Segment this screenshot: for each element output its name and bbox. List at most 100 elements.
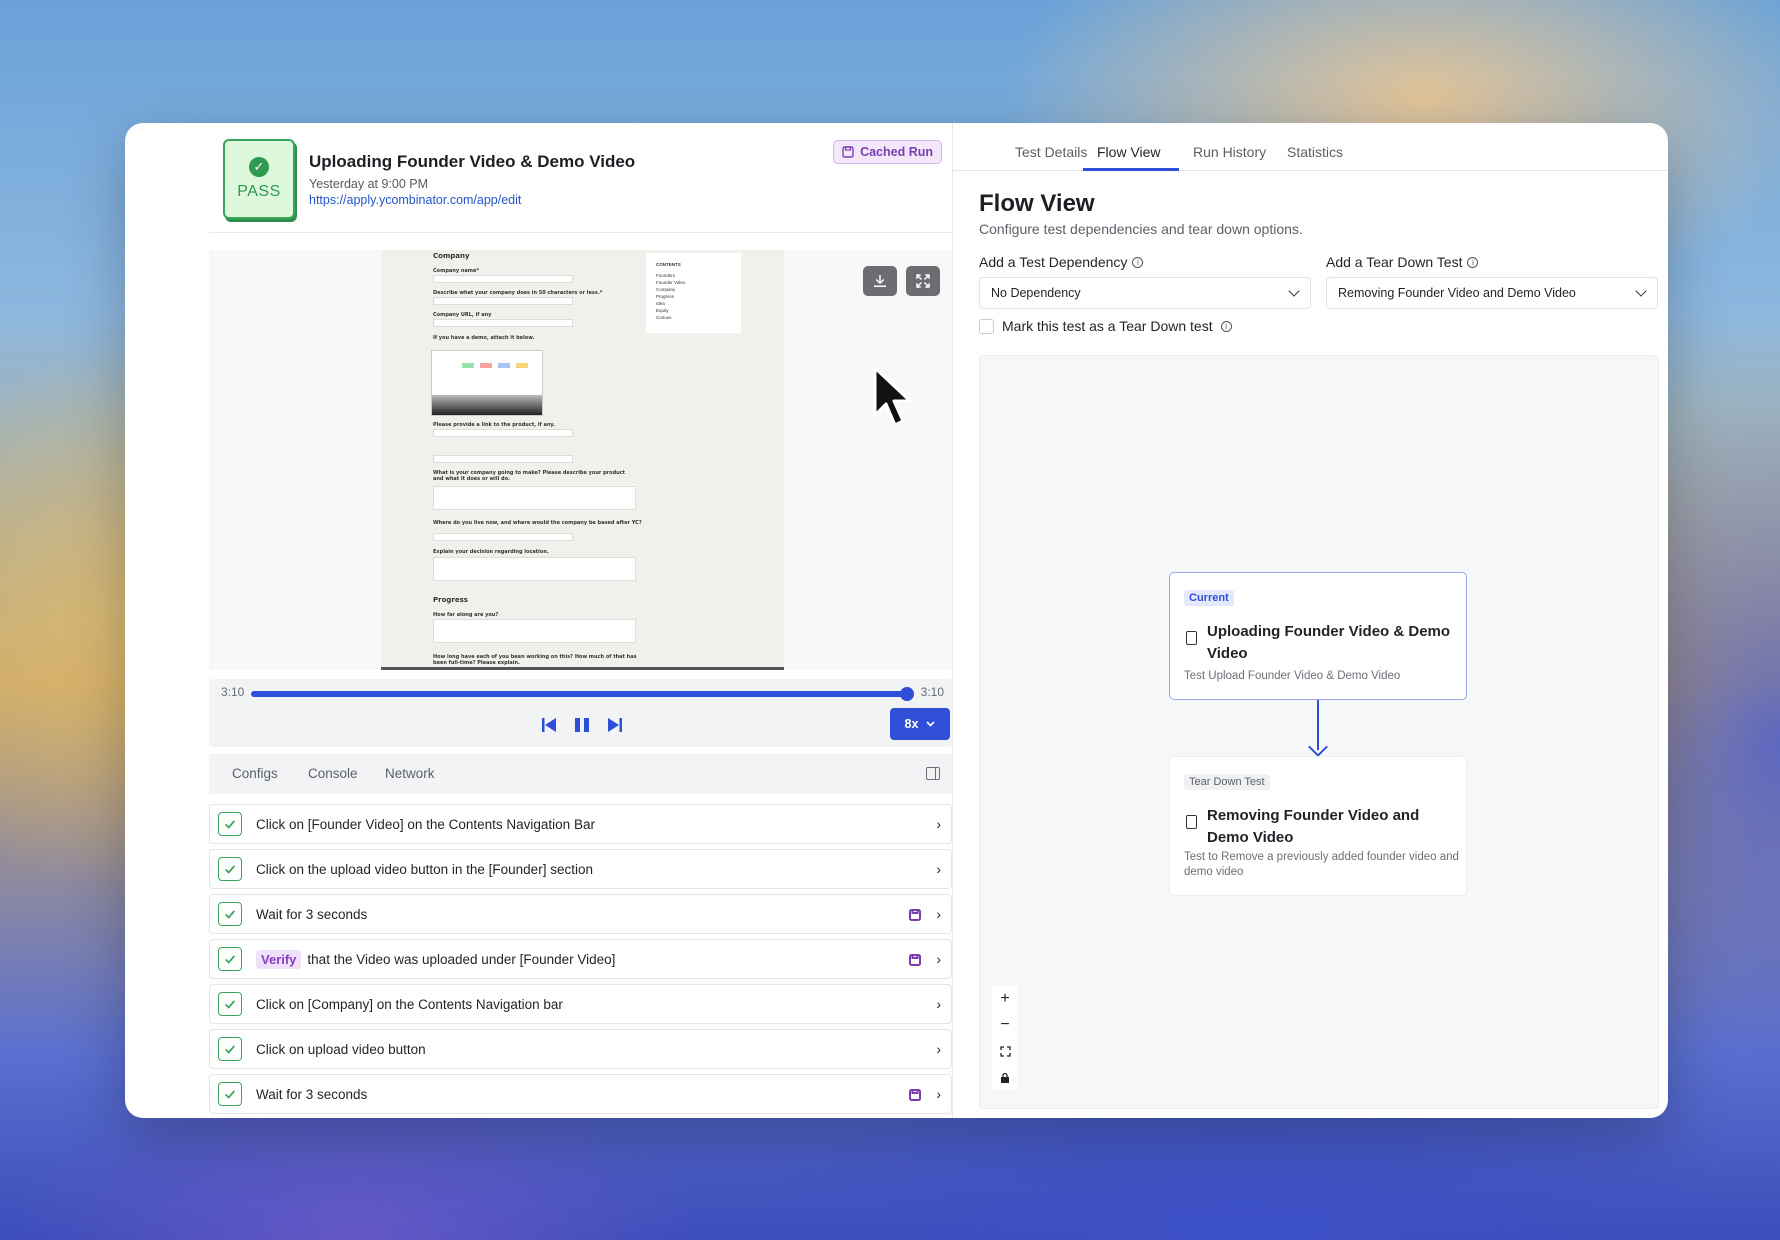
step-text: Click on the upload video button in the … <box>256 861 593 877</box>
preview-text: Explain your decision regarding location… <box>433 549 549 555</box>
info-icon[interactable]: i <box>1132 256 1144 268</box>
contents-item: Equity <box>656 308 669 313</box>
status-label: PASS <box>237 183 281 200</box>
step-row[interactable]: Click on upload video button › <box>209 1029 952 1069</box>
preview-text: Where do you live now, and where would t… <box>433 520 642 526</box>
check-icon <box>218 812 242 836</box>
step-row[interactable]: Wait for 3 seconds › <box>209 1074 952 1114</box>
preview-input <box>433 319 573 327</box>
preview-text: How long have each of you been working o… <box>433 654 637 666</box>
contents-item: Idea <box>656 301 665 306</box>
chevron-right-icon: › <box>936 996 941 1012</box>
chevron-down-icon <box>1288 285 1300 297</box>
preview-text: How far along are you? <box>433 612 499 618</box>
info-icon[interactable]: i <box>1220 320 1232 332</box>
teardown-checkbox[interactable] <box>979 318 994 334</box>
chevron-down-icon <box>1635 285 1647 297</box>
skip-back-button[interactable] <box>541 714 557 736</box>
teardown-label: Add a Tear Down Test i <box>1326 254 1479 270</box>
lock-button[interactable] <box>992 1064 1018 1090</box>
teardown-label-text: Add a Tear Down Test <box>1326 254 1463 270</box>
preview-text: Please provide a link to the product, if… <box>433 422 556 428</box>
tab-network[interactable]: Network <box>385 766 435 781</box>
page-title: Flow View <box>979 190 1095 217</box>
pause-button[interactable] <box>573 714 591 736</box>
step-row[interactable]: Verify that the Video was uploaded under… <box>209 939 952 979</box>
node-title: Uploading Founder Video & Demo Video <box>1207 623 1451 662</box>
step-row[interactable]: Wait for 3 seconds › <box>209 894 952 934</box>
node-tag-teardown: Tear Down Test <box>1184 774 1270 790</box>
verify-tag: Verify <box>256 949 302 969</box>
run-subtabs: Configs Console Network <box>209 754 952 794</box>
app-window: ✓ PASS Uploading Founder Video & Demo Vi… <box>125 123 1668 1118</box>
cached-step-icon <box>909 908 921 921</box>
step-row[interactable]: Click on the upload video button in the … <box>209 849 952 889</box>
tab-flow-view[interactable]: Flow View <box>1097 144 1161 160</box>
expand-icon <box>916 274 930 288</box>
fit-view-button[interactable] <box>992 1038 1018 1064</box>
tab-test-details[interactable]: Test Details <box>1015 144 1087 160</box>
lock-icon <box>1001 1072 1009 1083</box>
preview-textarea <box>433 557 636 581</box>
step-text: Click on upload video button <box>256 1041 426 1057</box>
teardown-checkbox-row: Mark this test as a Tear Down test i <box>979 318 1232 334</box>
skip-forward-button[interactable] <box>607 714 623 736</box>
contents-item: Curious <box>656 315 672 320</box>
step-text: Wait for 3 seconds <box>256 906 368 922</box>
preview-textarea <box>433 619 636 643</box>
tab-configs[interactable]: Configs <box>232 766 278 781</box>
fullscreen-button[interactable] <box>906 266 940 296</box>
video-preview[interactable]: Company Company name* Describe what your… <box>209 250 952 670</box>
cached-run-badge: Cached Run <box>833 140 942 164</box>
tab-run-history[interactable]: Run History <box>1193 144 1266 160</box>
step-row[interactable]: Click on [Company] on the Contents Navig… <box>209 984 952 1024</box>
skip-back-icon <box>542 718 556 732</box>
run-timestamp: Yesterday at 9:00 PM <box>309 177 429 191</box>
contents-nav: CONTENTS Founders Founder Video Company … <box>646 253 741 333</box>
contents-item: Founder Video <box>656 280 686 285</box>
zoom-controls: + − <box>992 986 1018 1090</box>
cached-run-label: Cached Run <box>860 145 933 159</box>
contents-item: Company <box>656 287 676 292</box>
dependency-label: Add a Test Dependency i <box>979 254 1144 270</box>
node-description: Test to Remove a previously added founde… <box>1184 851 1459 878</box>
chevron-right-icon: › <box>936 1041 941 1057</box>
preview-input <box>433 455 573 463</box>
screenshot-frame: Company Company name* Describe what your… <box>381 250 784 670</box>
teardown-select[interactable]: Removing Founder Video and Demo Video <box>1326 277 1658 309</box>
teardown-checkbox-label[interactable]: Mark this test as a Tear Down test <box>1002 318 1213 334</box>
fit-view-icon <box>999 1045 1011 1057</box>
step-text: Click on [Founder Video] on the Contents… <box>256 816 595 832</box>
run-url-link[interactable]: https://apply.ycombinator.com/app/edit <box>309 193 521 207</box>
step-text: Click on [Company] on the Contents Navig… <box>256 996 563 1012</box>
run-header: ✓ PASS Uploading Founder Video & Demo Vi… <box>209 123 952 233</box>
chevron-down-icon <box>926 721 936 727</box>
arrow-down-icon <box>1308 737 1328 757</box>
progress-track[interactable] <box>251 691 907 697</box>
cached-step-icon <box>909 1088 921 1101</box>
preview-text: What is your company going to make? Plea… <box>433 470 626 482</box>
sidebar-toggle-icon[interactable] <box>926 767 940 780</box>
chevron-right-icon: › <box>936 816 941 832</box>
flow-canvas[interactable]: Current Uploading Founder Video & Demo V… <box>979 355 1659 1109</box>
zoom-out-button[interactable]: − <box>992 1012 1018 1038</box>
step-row[interactable]: Click on [Founder Video] on the Contents… <box>209 804 952 844</box>
info-icon[interactable]: i <box>1467 256 1479 268</box>
check-icon <box>218 1082 242 1106</box>
playback-speed-select[interactable]: 8x <box>890 708 950 740</box>
download-button[interactable] <box>863 266 897 296</box>
run-title: Uploading Founder Video & Demo Video <box>309 152 636 171</box>
check-icon <box>218 947 242 971</box>
chevron-right-icon: › <box>936 1086 941 1102</box>
dependency-select[interactable]: No Dependency <box>979 277 1311 309</box>
step-list: Click on [Founder Video] on the Contents… <box>209 804 952 1118</box>
step-text: Wait for 3 seconds <box>256 1086 368 1102</box>
teardown-value: Removing Founder Video and Demo Video <box>1338 286 1576 300</box>
zoom-in-button[interactable]: + <box>992 986 1018 1012</box>
progress-knob[interactable] <box>900 687 914 701</box>
tab-console[interactable]: Console <box>308 766 358 781</box>
current-test-node[interactable]: Current Uploading Founder Video & Demo V… <box>1169 572 1467 700</box>
teardown-test-node[interactable]: Tear Down Test Removing Founder Video an… <box>1169 756 1467 896</box>
check-circle-icon: ✓ <box>249 157 269 177</box>
tab-statistics[interactable]: Statistics <box>1287 144 1343 160</box>
